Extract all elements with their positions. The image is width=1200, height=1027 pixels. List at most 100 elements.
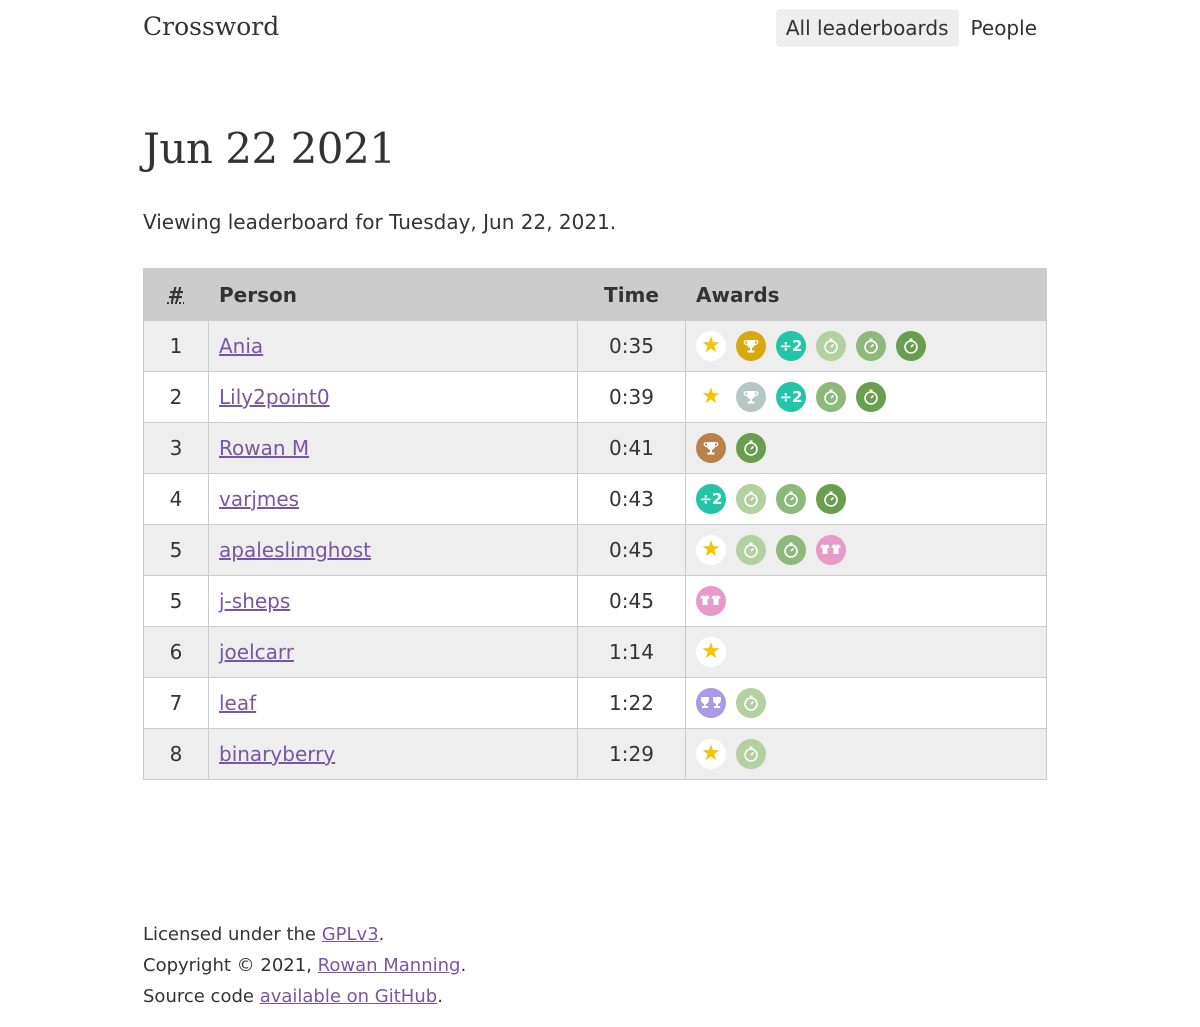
stopwatch-dark-icon [736, 433, 766, 463]
person-cell: apaleslimghost [208, 524, 578, 576]
table-row: 5 apaleslimghost 0:45 ★ [143, 524, 1047, 576]
twin-shirts-icon [816, 535, 846, 565]
stopwatch-light-icon [736, 739, 766, 769]
awards-list: ÷2 [696, 484, 1036, 514]
person-cell: varjmes [208, 473, 578, 525]
awards-list: ★ ÷2 [696, 331, 1036, 361]
awards-cell [685, 575, 1047, 627]
awards-list [696, 688, 1036, 718]
rank-cell: 5 [143, 575, 209, 627]
rank-cell: 7 [143, 677, 209, 729]
rank-cell: 4 [143, 473, 209, 525]
stopwatch-light-icon [736, 688, 766, 718]
nav-all-leaderboards[interactable]: All leaderboards [775, 9, 959, 47]
awards-cell [685, 677, 1047, 729]
awards-cell: ★ [685, 626, 1047, 678]
copyright-line: Copyright © 2021, Rowan Manning. [143, 950, 466, 981]
copyright-prefix: Copyright © 2021, [143, 955, 318, 976]
stopwatch-dark-icon [816, 484, 846, 514]
time-cell: 0:41 [577, 422, 686, 474]
time-cell: 1:14 [577, 626, 686, 678]
person-link[interactable]: leaf [219, 691, 256, 715]
page-title: Jun 22 2021 [143, 124, 396, 173]
person-cell: joelcarr [208, 626, 578, 678]
awards-cell: ÷2 [685, 473, 1047, 525]
person-cell: Ania [208, 320, 578, 372]
half-time-icon: ÷2 [696, 484, 726, 514]
rank-cell: 3 [143, 422, 209, 474]
time-cell: 0:45 [577, 524, 686, 576]
site-header: Crossword All leaderboards People [143, 0, 1047, 60]
rank-cell: 8 [143, 728, 209, 780]
star-icon: ★ [696, 382, 726, 412]
rank-cell: 2 [143, 371, 209, 423]
star-icon: ★ [696, 739, 726, 769]
awards-list: ★ [696, 637, 1036, 667]
awards-list: ★ [696, 535, 1036, 565]
awards-cell [685, 422, 1047, 474]
column-header-awards: Awards [685, 268, 1047, 321]
awards-list [696, 433, 1036, 463]
person-cell: Lily2point0 [208, 371, 578, 423]
source-line: Source code available on GitHub. [143, 981, 466, 1012]
table-header-row: # Person Time Awards [143, 268, 1047, 321]
awards-list: ★ [696, 739, 1036, 769]
star-icon: ★ [696, 637, 726, 667]
stopwatch-medium-icon [776, 535, 806, 565]
twin-shirts-icon [696, 586, 726, 616]
person-link[interactable]: varjmes [219, 487, 299, 511]
person-cell: binaryberry [208, 728, 578, 780]
author-link[interactable]: Rowan Manning [318, 955, 461, 976]
time-cell: 1:29 [577, 728, 686, 780]
person-link[interactable]: Lily2point0 [219, 385, 330, 409]
person-link[interactable]: joelcarr [219, 640, 294, 664]
stopwatch-medium-icon [856, 331, 886, 361]
rank-cell: 1 [143, 320, 209, 372]
stopwatch-light-icon [736, 484, 766, 514]
gplv3-link[interactable]: GPLv3 [322, 924, 379, 945]
github-link[interactable]: available on GitHub [260, 986, 438, 1007]
table-row: 6 joelcarr 1:14 ★ [143, 626, 1047, 678]
silver-trophy-icon [736, 382, 766, 412]
stopwatch-light-icon [736, 535, 766, 565]
license-prefix: Licensed under the [143, 924, 322, 945]
table-row: 4 varjmes 0:43 ÷2 [143, 473, 1047, 525]
brand-link[interactable]: Crossword [143, 12, 279, 41]
copyright-suffix: . [460, 955, 467, 976]
page-container: Crossword All leaderboards People Jun 22… [143, 0, 1047, 1007]
stopwatch-medium-icon [776, 484, 806, 514]
time-cell: 0:35 [577, 320, 686, 372]
rank-cell: 6 [143, 626, 209, 678]
column-header-time: Time [577, 268, 686, 321]
stopwatch-medium-icon [816, 382, 846, 412]
awards-list: ★ ÷2 [696, 382, 1036, 412]
time-cell: 0:39 [577, 371, 686, 423]
half-time-icon: ÷2 [776, 382, 806, 412]
star-icon: ★ [696, 535, 726, 565]
awards-cell: ★ ÷2 [685, 320, 1047, 372]
table-row: 3 Rowan M 0:41 [143, 422, 1047, 474]
bronze-trophy-icon [696, 433, 726, 463]
table-row: 7 leaf 1:22 [143, 677, 1047, 729]
star-icon: ★ [696, 331, 726, 361]
source-suffix: . [437, 986, 443, 1007]
awards-cell: ★ [685, 728, 1047, 780]
person-cell: leaf [208, 677, 578, 729]
table-row: 5 j-sheps 0:45 [143, 575, 1047, 627]
awards-cell: ★ ÷2 [685, 371, 1047, 423]
person-link[interactable]: binaryberry [219, 742, 335, 766]
person-link[interactable]: apaleslimghost [219, 538, 371, 562]
person-link[interactable]: j-sheps [219, 589, 290, 613]
license-line: Licensed under the GPLv3. [143, 919, 466, 950]
nav-people[interactable]: People [961, 9, 1047, 47]
twin-trophies-icon [696, 688, 726, 718]
half-time-icon: ÷2 [776, 331, 806, 361]
stopwatch-dark-icon [896, 331, 926, 361]
person-link[interactable]: Rowan M [219, 436, 309, 460]
time-cell: 0:45 [577, 575, 686, 627]
table-row: 8 binaryberry 1:29 ★ [143, 728, 1047, 780]
column-header-rank: # [143, 268, 209, 321]
stopwatch-dark-icon [856, 382, 886, 412]
person-link[interactable]: Ania [219, 334, 263, 358]
stopwatch-light-icon [816, 331, 846, 361]
